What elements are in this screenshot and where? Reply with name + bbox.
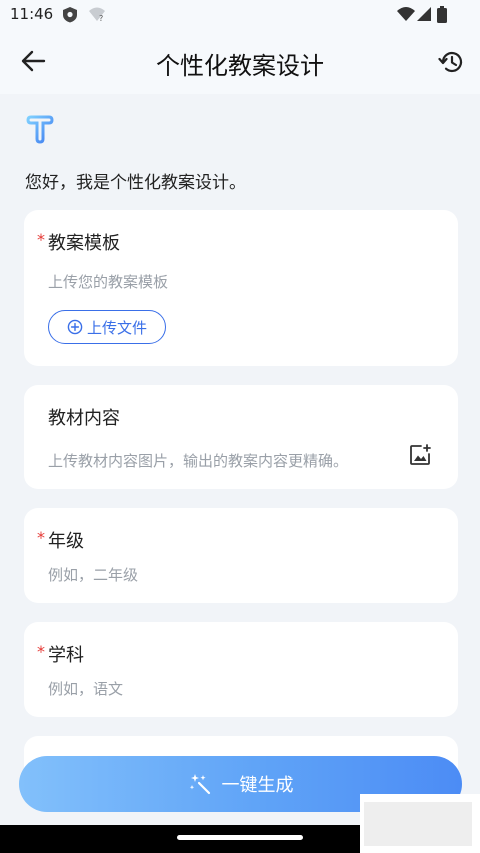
required-mark: * bbox=[37, 528, 45, 547]
template-label: 教案模板 bbox=[48, 233, 120, 254]
add-image-icon[interactable] bbox=[408, 443, 432, 467]
status-time: 11:46 bbox=[10, 5, 54, 23]
screenshot-thumbnail[interactable] bbox=[360, 794, 480, 853]
subject-label: 学科 bbox=[48, 645, 84, 666]
upload-file-label: 上传文件 bbox=[86, 318, 147, 337]
template-card: * 教案模板 上传您的教案模板 上传文件 bbox=[24, 210, 458, 366]
thumbnail-preview bbox=[364, 802, 472, 846]
subject-card[interactable]: * 学科 例如，语文 bbox=[24, 622, 458, 717]
app-bar: 个性化教案设计 bbox=[0, 30, 480, 94]
material-label: 教材内容 bbox=[48, 408, 120, 429]
shield-icon bbox=[63, 7, 77, 23]
material-card[interactable]: 教材内容 上传教材内容图片，输出的教案内容更精确。 bbox=[24, 385, 458, 489]
battery-icon bbox=[437, 6, 447, 23]
wifi-icon bbox=[397, 7, 415, 21]
plus-circle-icon bbox=[67, 319, 83, 335]
template-placeholder: 上传您的教案模板 bbox=[48, 273, 169, 291]
required-mark: * bbox=[37, 230, 45, 249]
signal-icon bbox=[417, 7, 431, 21]
svg-text:?: ? bbox=[99, 14, 103, 22]
generate-label: 一键生成 bbox=[221, 775, 294, 796]
subject-input[interactable]: 例如，语文 bbox=[48, 678, 123, 699]
material-placeholder: 上传教材内容图片，输出的教案内容更精确。 bbox=[48, 452, 349, 470]
grade-label: 年级 bbox=[48, 531, 84, 552]
status-bar: 11:46 ? bbox=[0, 0, 480, 30]
history-icon[interactable] bbox=[438, 49, 466, 75]
grade-input[interactable]: 例如，二年级 bbox=[48, 564, 138, 585]
home-indicator[interactable] bbox=[177, 835, 303, 840]
page-title: 个性化教案设计 bbox=[156, 52, 324, 80]
assistant-logo-icon bbox=[26, 115, 54, 144]
upload-file-button[interactable]: 上传文件 bbox=[48, 310, 166, 344]
greeting-text: 您好，我是个性化教案设计。 bbox=[25, 173, 246, 193]
wifi-question-icon: ? bbox=[89, 7, 105, 22]
magic-wand-icon bbox=[189, 774, 210, 795]
required-mark: * bbox=[37, 642, 45, 661]
grade-card[interactable]: * 年级 例如，二年级 bbox=[24, 508, 458, 603]
